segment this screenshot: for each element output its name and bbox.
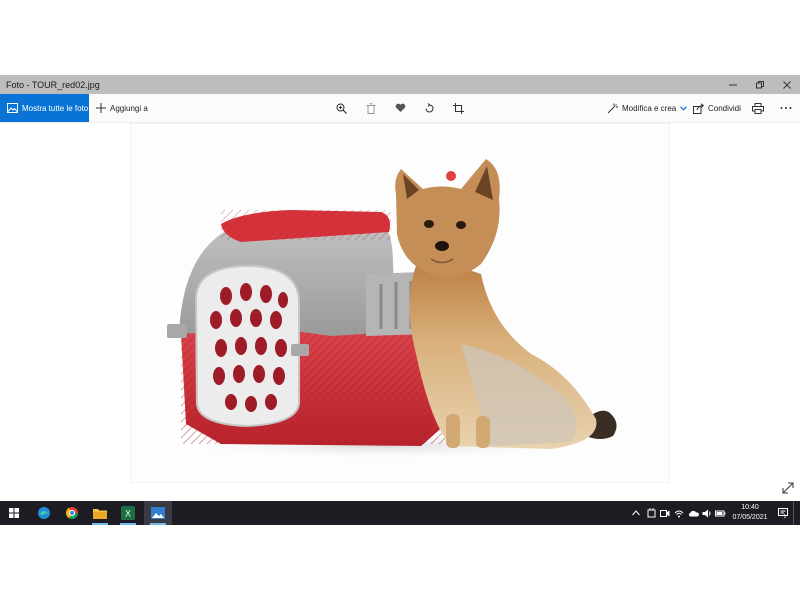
magic-wand-icon [607,103,618,114]
edge-icon [38,507,50,519]
zoom-button[interactable] [336,94,347,122]
usb-device-icon [647,508,655,518]
minimize-icon [729,84,737,85]
photo-gallery-icon [7,103,18,113]
photo-canvas [0,123,800,501]
excel-icon: X [121,506,135,520]
more-options-button[interactable] [780,94,792,122]
tray-onedrive-button[interactable] [687,501,699,525]
fullscreen-button[interactable] [782,482,794,497]
tray-meet-button[interactable] [659,501,671,525]
command-bar: Mostra tutte le foto Aggiungi a Modifica… [0,94,800,123]
expand-icon [782,482,794,494]
restore-button[interactable] [747,75,773,94]
zoom-in-icon [336,103,347,114]
chevron-up-icon [632,510,640,516]
share-label: Condividi [708,103,741,113]
print-button[interactable] [752,94,764,122]
show-hidden-icons-button[interactable] [630,501,642,525]
folder-icon [93,509,107,519]
show-all-photos-label: Mostra tutte le foto [22,103,89,113]
heart-icon [395,103,406,113]
taskbar-file-explorer[interactable] [86,501,114,525]
tray-volume-button[interactable] [701,501,713,525]
share-icon [693,102,704,114]
show-desktop-button[interactable] [793,501,800,525]
notification-icon: 1 [778,508,788,518]
close-icon [783,80,791,89]
more-icon [780,106,792,110]
speaker-icon [702,509,711,517]
delete-button[interactable] [366,94,376,122]
photos-icon [151,507,165,519]
chevron-down-icon [680,105,688,111]
taskbar-excel[interactable]: X [114,501,142,525]
restore-icon [756,80,764,88]
taskbar-clock[interactable]: 10:40 07/05/2021 [726,503,774,523]
edit-create-label: Modifica e crea [622,103,677,113]
close-button[interactable] [774,75,800,94]
rotate-icon [424,102,435,114]
windows-logo-icon [9,508,19,518]
tray-network-button[interactable] [673,501,685,525]
taskbar: X 10:40 07/05/2021 1 [0,501,800,525]
taskbar-photos[interactable] [144,501,172,525]
notifications-button[interactable]: 1 [776,501,790,525]
chrome-icon [66,507,78,520]
photo-image[interactable] [130,123,670,483]
clock-time: 10:40 [741,504,759,511]
show-all-photos-button[interactable]: Mostra tutte le foto [0,94,89,122]
rotate-button[interactable] [424,94,435,122]
minimize-button[interactable] [720,75,746,94]
svg-text:1: 1 [784,514,787,518]
tray-device-button[interactable] [645,501,657,525]
battery-icon [714,510,725,516]
share-button[interactable]: Condividi [693,94,741,122]
taskbar-edge[interactable] [30,501,58,525]
clock-date: 07/05/2021 [732,514,768,521]
window-title: Foto - TOUR_red02.jpg [6,79,100,90]
camera-icon [660,509,670,517]
crop-icon [453,102,464,114]
title-bar: Foto - TOUR_red02.jpg [0,75,800,94]
taskbar-chrome[interactable] [58,501,86,525]
tray-battery-button[interactable] [714,501,726,525]
add-to-button[interactable]: Aggiungi a [96,94,148,122]
crop-button[interactable] [453,94,464,122]
edit-create-button[interactable]: Modifica e crea [607,94,688,122]
trash-icon [366,102,376,114]
dog-and-carrier-photo [167,159,617,460]
wifi-icon [674,510,684,517]
cloud-icon [688,510,699,516]
printer-icon [752,102,764,114]
favorite-button[interactable] [395,94,406,122]
start-button[interactable] [0,501,28,525]
svg-text:X: X [125,509,131,519]
plus-icon [96,103,106,113]
add-to-label: Aggiungi a [110,103,148,113]
